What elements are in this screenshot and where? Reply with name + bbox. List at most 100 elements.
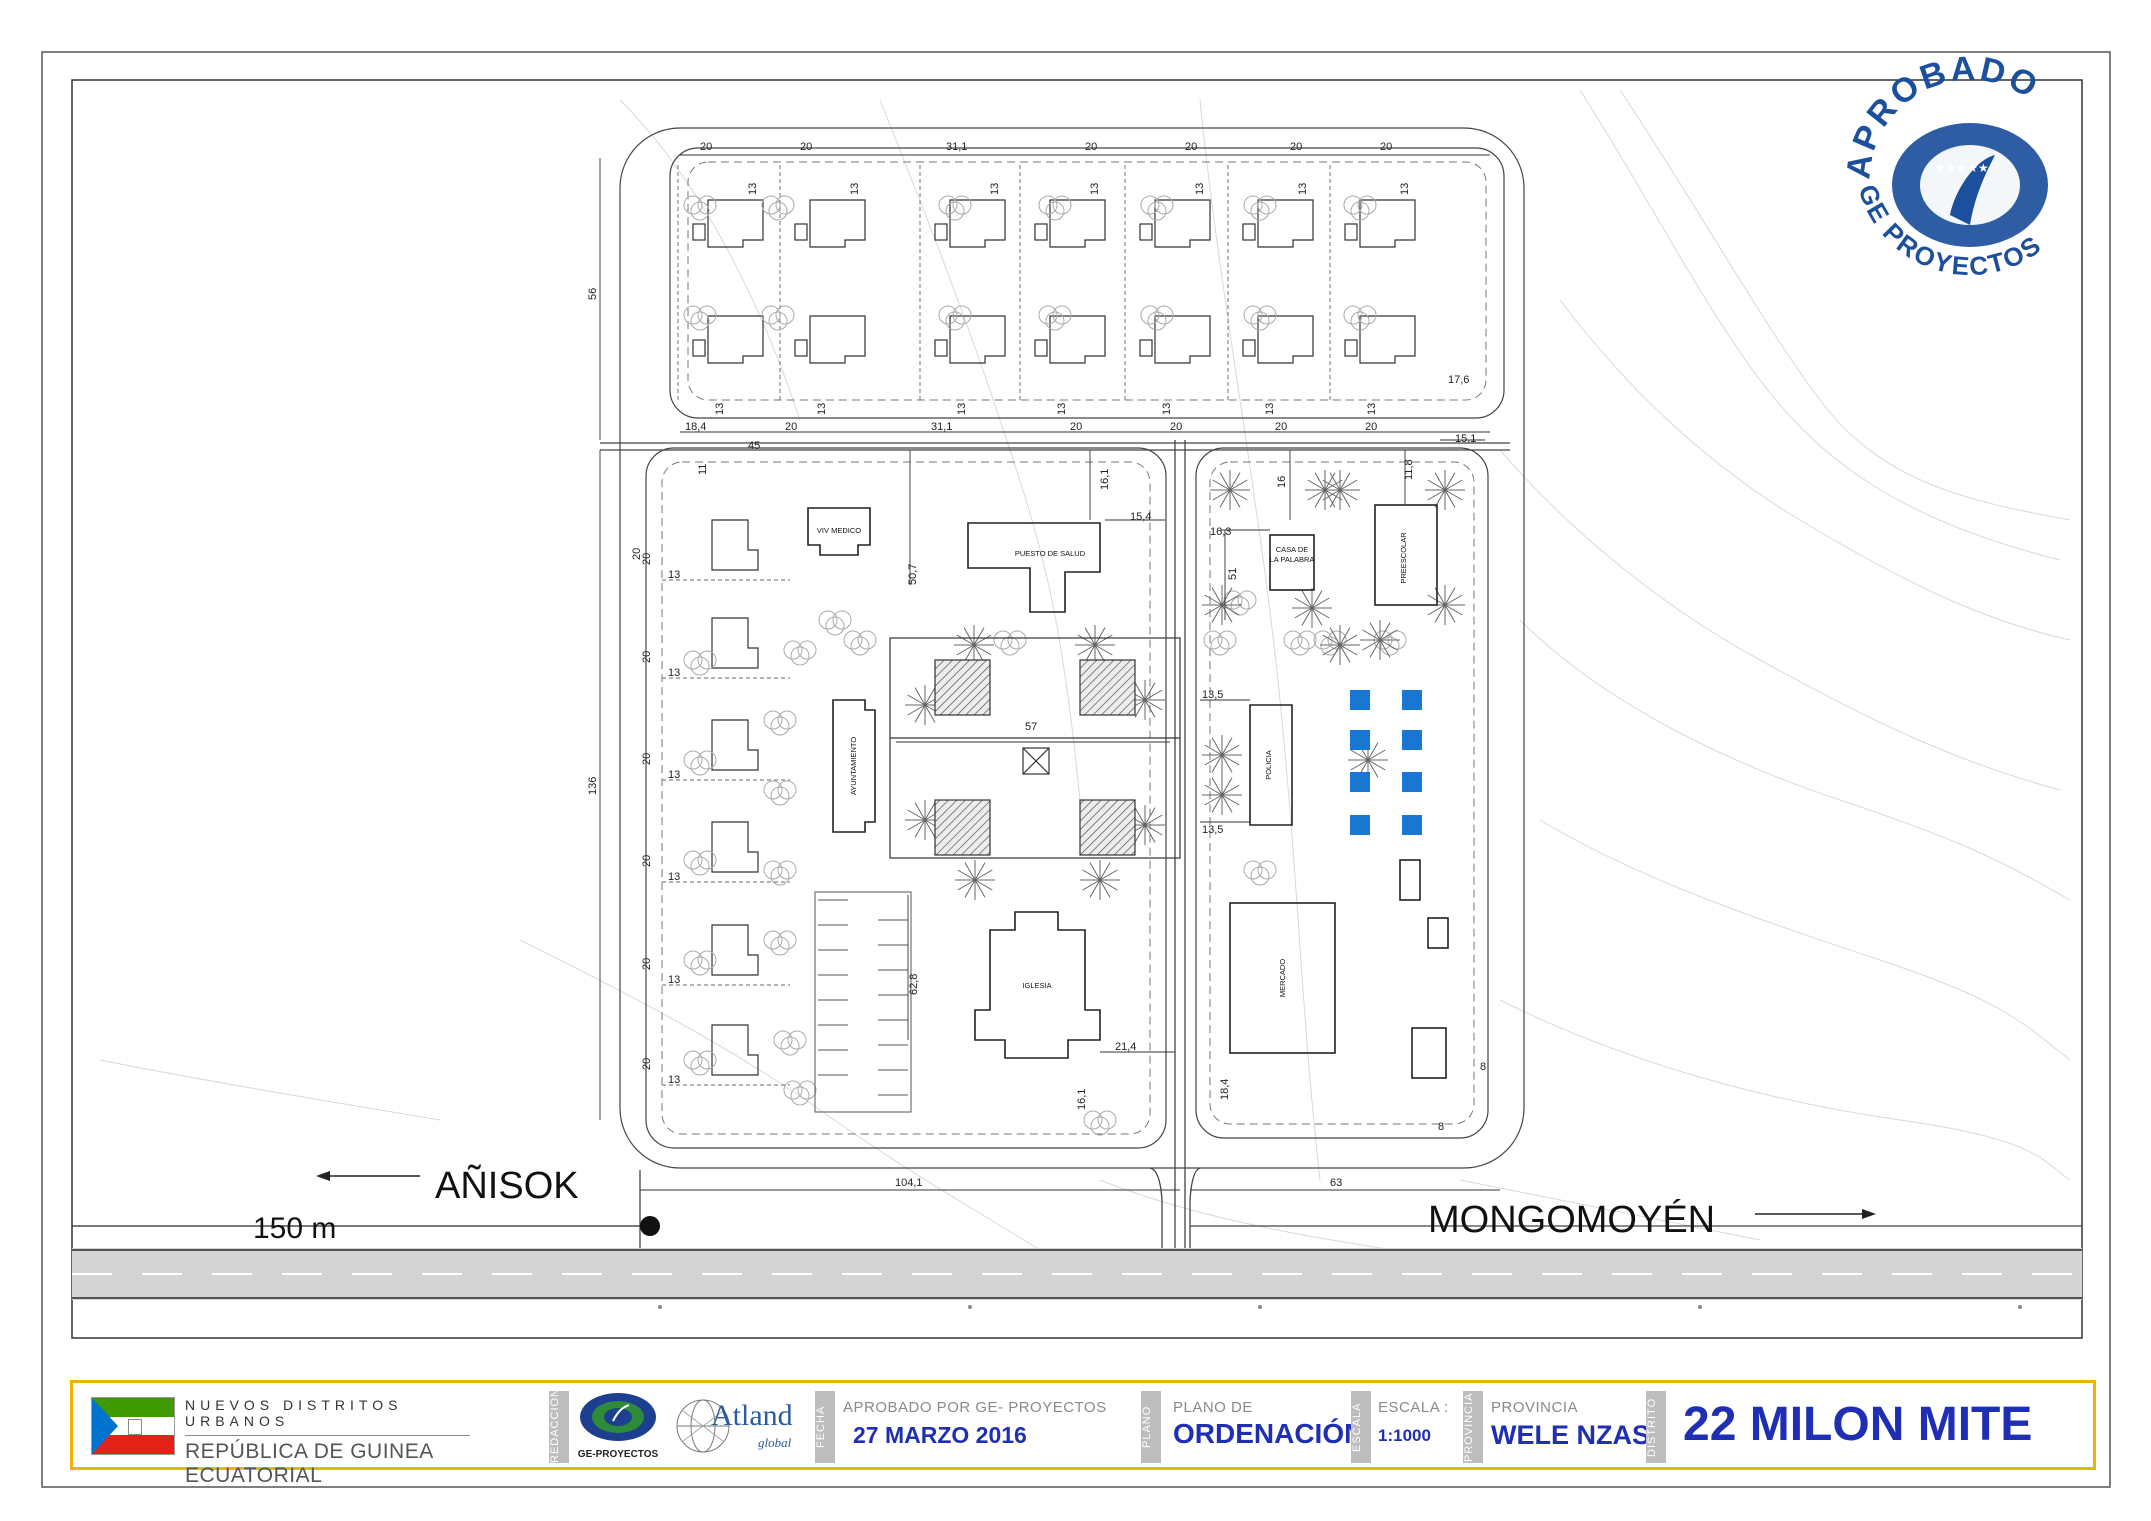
north-residential-lots <box>677 165 1416 400</box>
org-title: NUEVOS DISTRITOS URBANOS <box>185 1397 403 1429</box>
dim-label: 11 <box>697 464 709 475</box>
dim-label: 62,8 <box>908 974 920 995</box>
dim-label: 15,1 <box>1455 433 1476 445</box>
highway <box>72 1225 2082 1309</box>
house-footprint <box>711 519 759 571</box>
hatched-planters <box>934 659 1136 856</box>
map-frame <box>71 79 2083 1339</box>
solar-panel-icon <box>1402 772 1422 792</box>
dim-label: 15,4 <box>1130 511 1151 523</box>
label-provincia: PROVINCIA <box>1463 1391 1483 1463</box>
dim-label: 13 <box>1366 403 1378 415</box>
approval-stamp: ★★★★★ APROBADO GE PROYECTOS <box>1839 49 2048 281</box>
dim-label: 13 <box>1089 183 1101 195</box>
iglesia-label: IGLESIA <box>1022 981 1051 990</box>
house-annex <box>1242 339 1256 357</box>
dim-label: 13 <box>1194 183 1206 195</box>
province-value: WELE NZAS <box>1491 1420 1650 1450</box>
dim-label: 104,1 <box>895 1177 923 1189</box>
small-kiosk <box>1411 1027 1447 1079</box>
palm-tree-icon <box>1080 860 1120 900</box>
dim-label: 20 <box>700 141 712 153</box>
solar-panel-icon <box>1350 772 1370 792</box>
house-annex <box>1034 223 1048 241</box>
dim-label: 13,5 <box>1202 689 1223 701</box>
label-distrito: DISTRITO <box>1646 1391 1666 1463</box>
dim-label: 8 <box>1438 1121 1444 1133</box>
house-footprint <box>707 315 764 364</box>
solar-panel-icon <box>1402 730 1422 750</box>
dim-label: 18,4 <box>1219 1079 1231 1100</box>
east-block <box>1195 447 1489 1139</box>
label-fecha: FECHA <box>815 1391 835 1463</box>
dim-label: 13 <box>849 183 861 195</box>
dim-label: 13 <box>668 769 680 781</box>
west-block <box>645 447 1167 1149</box>
dim-label: 13 <box>1161 403 1173 415</box>
dim-label: 20 <box>641 651 653 663</box>
dim-label: 63 <box>1330 1177 1342 1189</box>
flag-guinea-ecuatorial-icon <box>91 1397 175 1455</box>
west-residential-lots: 132013201320132013201320 <box>641 519 790 1086</box>
dim-label: 13 <box>956 403 968 415</box>
dim-label: 20 <box>641 958 653 970</box>
approved-by: APROBADO POR GE- PROYECTOS <box>843 1399 1107 1416</box>
house-annex <box>692 223 706 241</box>
dim-label: 20 <box>641 1058 653 1070</box>
house-footprint <box>1257 315 1314 364</box>
location-marker-icon <box>640 1216 660 1236</box>
dim-label: 13 <box>668 569 680 581</box>
west-block-dashed <box>661 461 1151 1135</box>
house-footprint <box>809 315 866 364</box>
house-footprint <box>711 617 759 669</box>
date-value: 27 MARZO 2016 <box>853 1422 1027 1448</box>
viv-medico-label: VIV MEDICO <box>817 526 861 535</box>
parking-stalls <box>814 891 912 1113</box>
policia-label: POLICIA <box>1264 750 1273 780</box>
dim-label: 21,4 <box>1115 1041 1136 1053</box>
dim-label: 20 <box>641 855 653 867</box>
dim-label: 13 <box>816 403 828 415</box>
dim-label: 13 <box>714 403 726 415</box>
north-block-dashed <box>687 161 1487 401</box>
dim-label: 45 <box>748 440 760 452</box>
ge-logo-text: GE-PROYECTOS <box>577 1449 659 1460</box>
house-footprint <box>711 821 759 873</box>
dim-label: 57 <box>1025 721 1037 733</box>
dim-label: 13 <box>989 183 1001 195</box>
house-footprint <box>1049 199 1106 248</box>
dim-label: 16 <box>1276 476 1288 488</box>
house-footprint <box>711 924 759 976</box>
dim-label: 13 <box>668 667 680 679</box>
house-footprint <box>1257 199 1314 248</box>
house-footprint <box>1154 199 1211 248</box>
dim-label: 20 <box>641 753 653 765</box>
dim-label: 13 <box>668 871 680 883</box>
solar-panel-icon <box>1350 690 1370 710</box>
puesto-salud-building <box>967 522 1101 613</box>
house-annex <box>692 339 706 357</box>
atland-sub: global <box>758 1435 792 1450</box>
distance-marker: 150 m <box>72 1212 660 1245</box>
west-direction: AÑISOK <box>316 1164 579 1207</box>
tree-clusters <box>683 195 1407 1136</box>
dim-label: 20 <box>1275 421 1287 433</box>
dim-label: 51 <box>1227 568 1239 580</box>
palm-tree-icon <box>1075 625 1115 665</box>
house-footprint <box>949 199 1006 248</box>
dim-label: 136 <box>587 777 599 795</box>
dim-label: 16,1 <box>1099 469 1111 490</box>
label-redaccion: REDACCIÓN <box>549 1388 569 1463</box>
distance-label: 150 m <box>253 1212 336 1245</box>
palm-tree-icon <box>1425 470 1465 510</box>
title-block: NUEVOS DISTRITOS URBANOS REPÚBLICA DE GU… <box>70 1380 2096 1487</box>
palm-tree-icon <box>1202 735 1242 775</box>
small-kiosk <box>1427 917 1449 949</box>
dim-label: 20 <box>800 141 812 153</box>
ge-proyectos-logo-icon: GE-PROYECTOS <box>573 1383 663 1467</box>
dim-label: 13 <box>747 183 759 195</box>
dim-label: 20 <box>1170 421 1182 433</box>
palm-tree-icon <box>1320 470 1360 510</box>
house-annex <box>1034 339 1048 357</box>
house-annex <box>794 223 808 241</box>
